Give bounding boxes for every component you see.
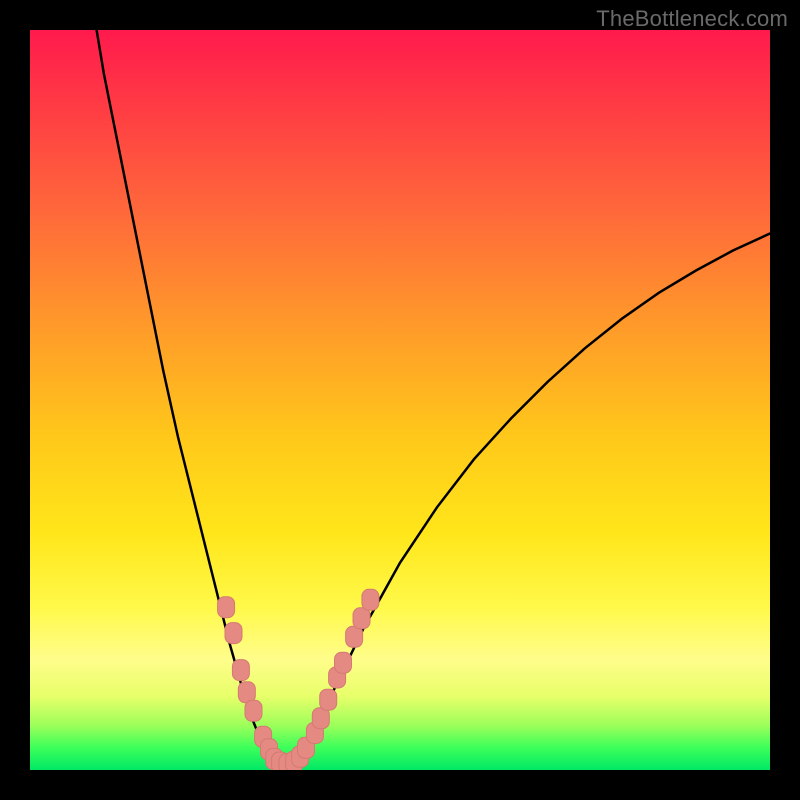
watermark-text: TheBottleneck.com — [596, 6, 788, 32]
data-marker — [232, 660, 249, 681]
data-marker — [346, 626, 363, 647]
data-marker — [362, 589, 379, 610]
data-marker — [218, 597, 235, 618]
data-marker — [245, 700, 262, 721]
chart-svg — [30, 30, 770, 770]
data-marker — [320, 689, 337, 710]
plot-area — [30, 30, 770, 770]
data-marker — [225, 623, 242, 644]
data-marker — [238, 682, 255, 703]
bottleneck-curve — [97, 30, 770, 764]
data-marker — [312, 708, 329, 729]
chart-frame: TheBottleneck.com — [0, 0, 800, 800]
data-marker — [335, 652, 352, 673]
data-marker — [353, 608, 370, 629]
